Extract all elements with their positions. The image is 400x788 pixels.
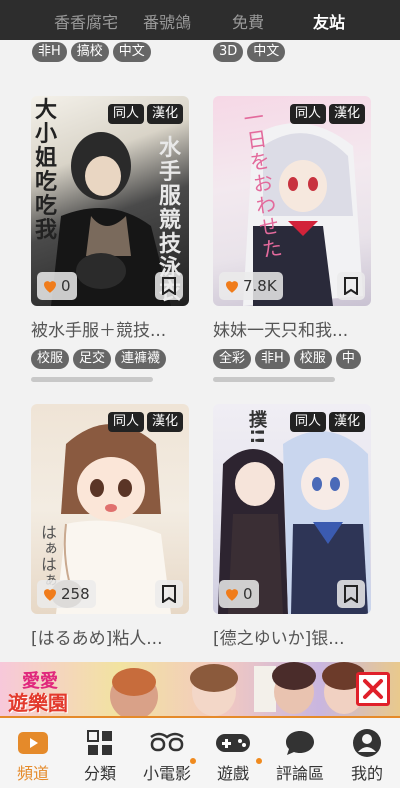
nav-label: 分類 xyxy=(83,764,116,783)
like-button[interactable]: 0 xyxy=(37,272,77,300)
badge-translated: 漢化 xyxy=(146,412,183,432)
cover-text: はぁはぁ xyxy=(38,524,57,588)
nav-label: 頻道 xyxy=(16,764,49,783)
tab-fanhao[interactable]: 番號鴿 xyxy=(143,9,191,33)
top-tab-bar: 香香腐宅 番號鴿 免費 友站 xyxy=(0,0,400,40)
heart-icon xyxy=(44,281,56,293)
gamepad-icon xyxy=(216,734,250,752)
badge-translated: 漢化 xyxy=(146,104,183,124)
ad-banner[interactable]: 愛愛 遊樂園 xyxy=(0,662,400,716)
badge-doujin: 同人 xyxy=(289,412,326,432)
notification-dot xyxy=(256,758,262,764)
bookmark-button[interactable] xyxy=(337,272,365,300)
nav-label: 評論區 xyxy=(275,764,324,783)
ad-logo-line2: 遊樂園 xyxy=(8,691,68,715)
bookmark-button[interactable] xyxy=(155,272,183,300)
badge-doujin: 同人 xyxy=(107,412,144,432)
like-count: 0 xyxy=(243,585,253,603)
play-icon xyxy=(18,732,48,754)
scroll-indicator xyxy=(31,377,153,382)
heart-icon xyxy=(226,589,238,601)
nav-label: 遊戲 xyxy=(216,764,249,783)
tab-free[interactable]: 免費 xyxy=(232,9,264,33)
like-count: 0 xyxy=(61,277,71,295)
nav-short-videos[interactable]: 小電影 xyxy=(134,728,200,784)
heart-icon xyxy=(44,589,56,601)
comic-card[interactable]: 大小姐吃吃我 水手服競技泳衣 同人 漢化 0 被水手服＋競技... 校服 足交 … xyxy=(31,96,189,382)
bottom-nav: 頻道 分類 小電影 遊戲 評論區 我的 xyxy=(0,716,400,788)
scroll-indicator xyxy=(213,377,335,382)
bookmark-icon xyxy=(344,585,358,603)
like-button[interactable]: 258 xyxy=(37,580,96,608)
cover-image[interactable]: 撲!! 同人 漢化 0 xyxy=(213,404,371,614)
nav-profile[interactable]: 我的 xyxy=(334,728,400,784)
bookmark-button[interactable] xyxy=(155,580,183,608)
tag[interactable]: 校服 xyxy=(31,349,70,369)
nav-channels[interactable]: 頻道 xyxy=(0,728,66,784)
nav-comments[interactable]: 評論區 xyxy=(267,728,333,784)
badge-translated: 漢化 xyxy=(328,412,365,432)
tab-xiangxiang[interactable]: 香香腐宅 xyxy=(54,9,118,33)
tag[interactable]: 中文 xyxy=(112,42,151,62)
nav-games[interactable]: 遊戲 xyxy=(200,728,266,784)
tab-friend-sites[interactable]: 友站 xyxy=(313,9,345,33)
tag-row: 全彩 非H 校服 中 xyxy=(213,349,371,369)
like-button[interactable]: 7.8K xyxy=(219,272,283,300)
comic-card[interactable]: はぁはぁ 同人 漢化 258 [はるあめ]粘人... xyxy=(31,404,189,649)
like-count: 7.8K xyxy=(243,277,277,295)
close-icon xyxy=(363,679,383,699)
tag[interactable]: 全彩 xyxy=(213,349,252,369)
comic-card[interactable]: 撲!! 同人 漢化 0 [德之ゆいか]银... xyxy=(213,404,371,649)
ad-close-button[interactable] xyxy=(356,672,390,706)
badge-group: 同人 漢化 xyxy=(107,104,183,124)
cover-text: 撲!! xyxy=(246,410,267,445)
cover-image[interactable]: 一日をおわせた 同人 漢化 7.8K xyxy=(213,96,371,306)
tag[interactable]: 搞校 xyxy=(70,42,109,62)
badge-group: 同人 漢化 xyxy=(107,412,183,432)
tag[interactable]: 中 xyxy=(335,349,361,369)
prev-tags-left: 非H 搞校 中文 xyxy=(32,42,151,62)
grid-icon xyxy=(87,730,112,755)
chat-icon xyxy=(286,731,314,755)
badge-doujin: 同人 xyxy=(107,104,144,124)
cover-text: 大小姐吃吃我 xyxy=(35,97,58,243)
heart-icon xyxy=(226,281,238,293)
notification-dot xyxy=(190,758,196,764)
prev-tags-right: 3D 中文 xyxy=(213,42,286,62)
tag[interactable]: 足交 xyxy=(73,349,112,369)
ad-artwork xyxy=(110,662,364,716)
like-count: 258 xyxy=(61,585,90,603)
badge-group: 同人 漢化 xyxy=(289,104,365,124)
bookmark-icon xyxy=(344,277,358,295)
badge-group: 同人 漢化 xyxy=(289,412,365,432)
tag-row: 校服 足交 連褲襪 xyxy=(31,349,189,369)
nav-label: 小電影 xyxy=(142,764,191,783)
ad-logo: 愛愛 遊樂園 xyxy=(4,665,104,715)
glasses-icon xyxy=(150,732,184,752)
comic-title[interactable]: [はるあめ]粘人... xyxy=(31,624,189,649)
nav-categories[interactable]: 分類 xyxy=(67,728,133,784)
tag[interactable]: 中文 xyxy=(247,42,286,62)
cover-image[interactable]: 大小姐吃吃我 水手服競技泳衣 同人 漢化 0 xyxy=(31,96,189,306)
tag[interactable]: 非H xyxy=(255,349,290,369)
badge-translated: 漢化 xyxy=(328,104,365,124)
comic-title[interactable]: [德之ゆいか]银... xyxy=(213,624,371,649)
tag[interactable]: 非H xyxy=(32,42,67,62)
comic-title[interactable]: 妹妹一天只和我... xyxy=(213,316,371,341)
nav-label: 我的 xyxy=(350,764,383,783)
like-button[interactable]: 0 xyxy=(219,580,259,608)
tag[interactable]: 3D xyxy=(213,42,244,62)
comic-title[interactable]: 被水手服＋競技... xyxy=(31,316,189,341)
user-icon xyxy=(353,729,381,757)
bookmark-icon xyxy=(162,277,176,295)
tag[interactable]: 連褲襪 xyxy=(115,349,167,369)
badge-doujin: 同人 xyxy=(289,104,326,124)
bookmark-button[interactable] xyxy=(337,580,365,608)
comic-card[interactable]: 一日をおわせた 同人 漢化 7.8K 妹妹一天只和我... 全彩 非H 校服 中 xyxy=(213,96,371,382)
cover-image[interactable]: はぁはぁ 同人 漢化 258 xyxy=(31,404,189,614)
tag[interactable]: 校服 xyxy=(293,349,332,369)
bookmark-icon xyxy=(162,585,176,603)
